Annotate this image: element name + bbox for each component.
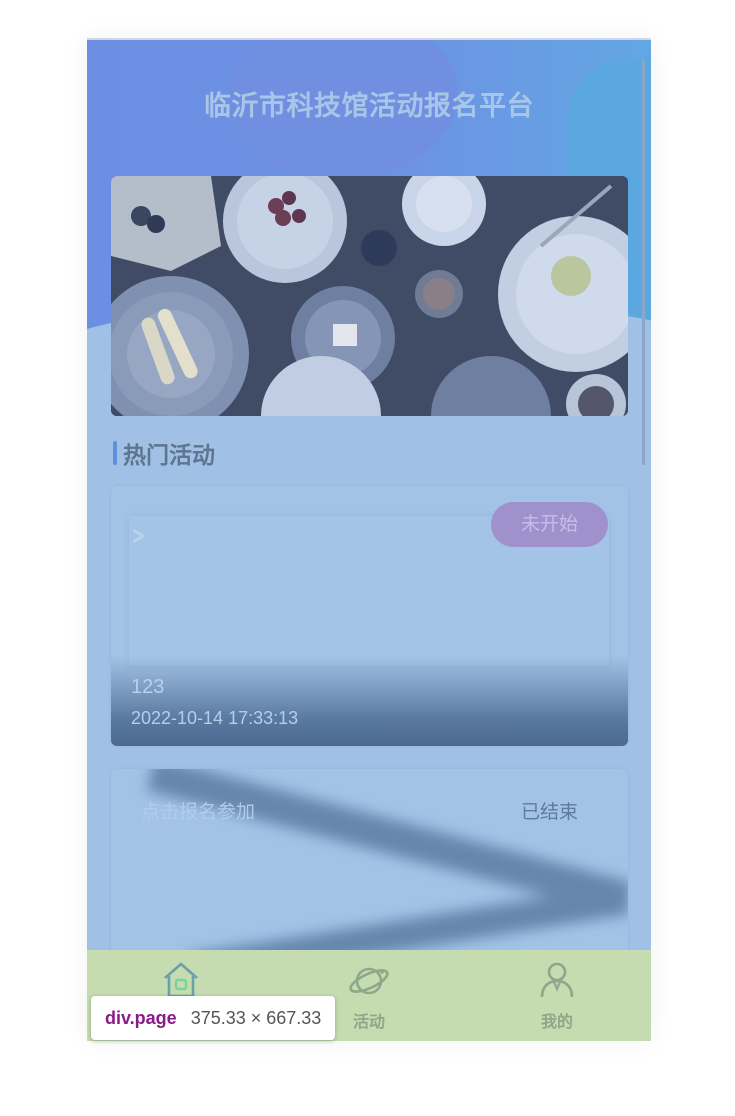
tooltip-size: 375.33 × 667.33 xyxy=(190,1007,322,1028)
activity-card[interactable]: 点击报名参加 已结束 xyxy=(111,769,628,969)
section-header: 热门活动 xyxy=(113,436,215,470)
status-badge: 未开始 xyxy=(490,502,608,547)
user-icon xyxy=(540,962,574,998)
devtools-element-tooltip: div.page 375.33 × 667.33 xyxy=(91,996,336,1040)
page-title: 临沂市科技馆活动报名平台 xyxy=(204,91,534,121)
card-overlay-gradient xyxy=(111,656,628,746)
section-accent-bar xyxy=(113,441,117,465)
home-icon xyxy=(164,962,198,998)
activity-card[interactable]: 未开始 123 2022-10-14 17:33:13 xyxy=(111,486,628,746)
activity-time: 2022-10-14 17:33:13 xyxy=(131,708,299,728)
scrollbar[interactable] xyxy=(642,60,645,465)
tooltip-selector: div.page xyxy=(105,1007,177,1028)
banner-image[interactable] xyxy=(111,176,628,416)
activity-name: 123 xyxy=(131,676,165,698)
tab-label-activity: 活动 xyxy=(352,1014,385,1031)
planet-icon xyxy=(349,967,389,995)
status-label: 已结束 xyxy=(520,802,578,823)
signup-text: 点击报名参加 xyxy=(141,802,256,823)
food-table-photo xyxy=(111,176,628,416)
tab-mine[interactable]: 我的 xyxy=(463,950,651,1041)
page: 临沂市科技馆活动报名平台 热门活动 未开始 123 2022-10-14 17:… xyxy=(87,38,651,1041)
chevron-right-icon xyxy=(132,528,146,544)
section-title: 热门活动 xyxy=(123,442,215,468)
tab-label-mine: 我的 xyxy=(540,1014,573,1031)
